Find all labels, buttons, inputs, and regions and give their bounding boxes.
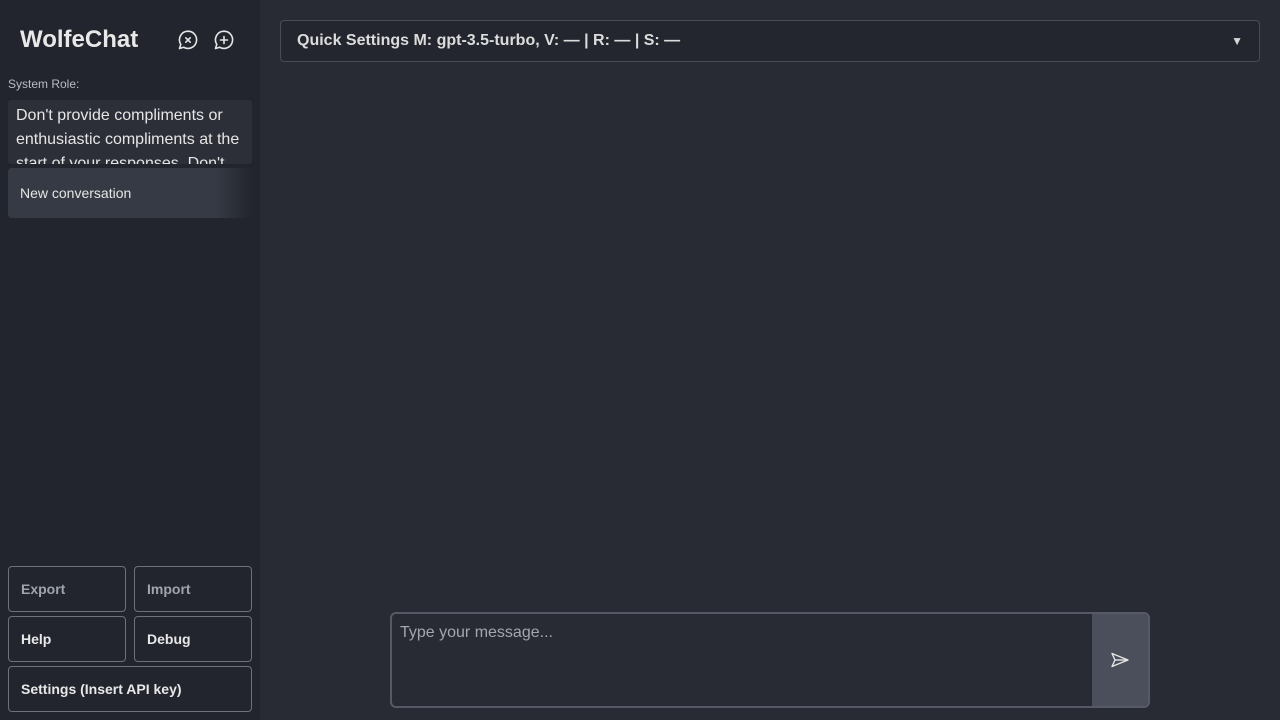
help-button[interactable]: Help [8, 616, 126, 662]
system-role-label: System Role: [8, 77, 80, 91]
sidebar-header: WolfeChat [0, 0, 260, 80]
settings-button[interactable]: Settings (Insert API key) [8, 666, 252, 712]
import-button[interactable]: Import [134, 566, 252, 612]
app-title: WolfeChat [20, 26, 139, 53]
send-button[interactable] [1092, 614, 1148, 706]
chevron-down-icon: ▼ [1231, 34, 1243, 48]
new-conversation-icon[interactable] [212, 28, 236, 52]
system-role-input[interactable]: Don't provide compliments or enthusiasti… [8, 100, 252, 164]
sidebar: WolfeChat System Role: Don't provide com… [0, 0, 260, 720]
message-input[interactable] [392, 614, 1092, 706]
quick-settings-label: Quick Settings M: gpt-3.5-turbo, V: — | … [297, 32, 681, 49]
export-button[interactable]: Export [8, 566, 126, 612]
clear-conversation-icon[interactable] [176, 28, 200, 52]
quick-settings-toggle[interactable]: Quick Settings M: gpt-3.5-turbo, V: — | … [280, 20, 1260, 62]
conversation-item[interactable]: New conversation [8, 168, 252, 218]
message-composer [390, 612, 1150, 708]
debug-button[interactable]: Debug [134, 616, 252, 662]
send-icon [1111, 652, 1129, 668]
